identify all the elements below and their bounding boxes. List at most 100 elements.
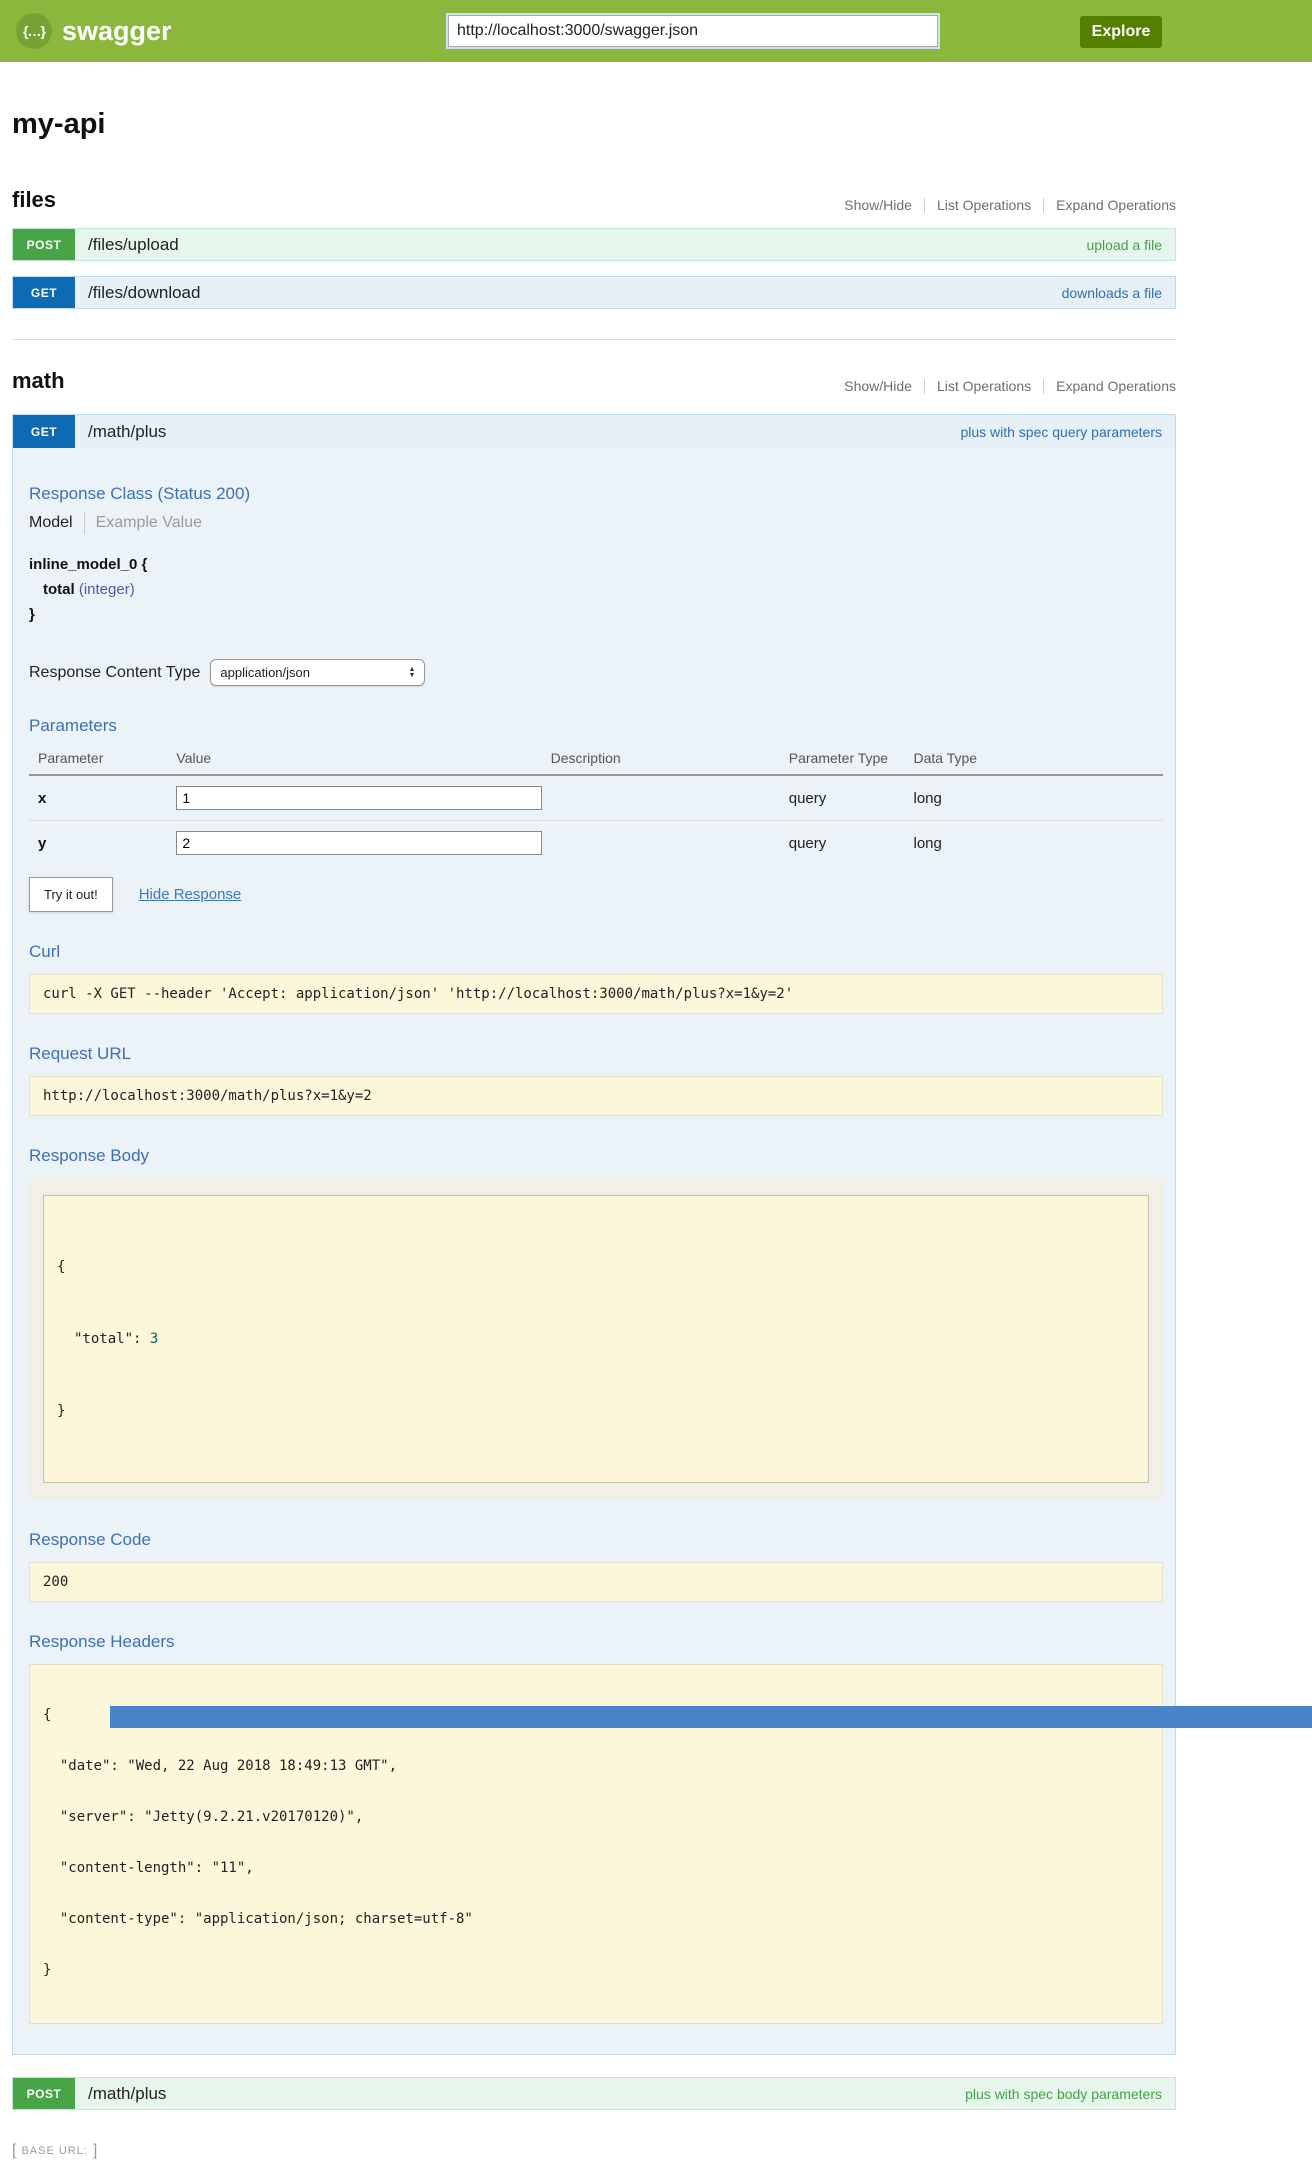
response-body-block: { "total": 3 } [43, 1195, 1149, 1483]
curl-heading: Curl [29, 942, 1163, 962]
response-headers-heading: Response Headers [29, 1632, 1163, 1652]
operation-summary-link[interactable]: plus with spec body parameters [965, 2086, 1162, 2102]
parameter-description [551, 775, 789, 821]
parameter-row-x: x query long [29, 775, 1163, 821]
base-url-footer: [ BASE URL: ] [12, 2142, 1312, 2160]
swagger-brand[interactable]: {…} swagger [16, 0, 172, 62]
operation-path[interactable]: /files/download [88, 283, 200, 303]
post-method-badge: POST [13, 229, 75, 260]
footer-bracket-close: ] [93, 2142, 97, 2160]
get-method-badge: GET [13, 415, 75, 448]
json-separator: : [133, 1331, 150, 1347]
operation-content: Response Class (Status 200) Model Exampl… [13, 484, 1175, 2054]
brand-title: swagger [62, 16, 172, 47]
hide-response-link[interactable]: Hide Response [139, 886, 242, 903]
response-body-heading: Response Body [29, 1146, 1163, 1166]
json-key: "total" [74, 1331, 133, 1347]
show-hide-link[interactable]: Show/Hide [844, 378, 912, 394]
operation-panel-get-math-plus: GET /math/plus plus with spec query para… [12, 414, 1176, 2055]
parameters-table: Parameter Value Description Parameter Ty… [29, 744, 1163, 865]
section-header-math: math Show/Hide List Operations Expand Op… [12, 368, 1176, 394]
curl-command-block: curl -X GET --header 'Accept: applicatio… [29, 974, 1163, 1014]
expand-operations-link[interactable]: Expand Operations [1056, 378, 1176, 394]
operation-row-post-math-plus[interactable]: POST /math/plus plus with spec body para… [12, 2077, 1176, 2110]
tab-example-value[interactable]: Example Value [96, 514, 202, 532]
list-operations-link[interactable]: List Operations [937, 378, 1031, 394]
top-header-bar: {…} swagger Explore [0, 0, 1312, 62]
controls-divider [924, 379, 925, 394]
parameter-name: y [29, 821, 176, 866]
model-open-line: inline_model_0 { [29, 552, 1163, 577]
request-url-block: http://localhost:3000/math/plus?x=1&y=2 [29, 1076, 1163, 1116]
main-content: my-api files Show/Hide List Operations E… [12, 108, 1176, 2110]
header-line: "content-type": "application/json; chars… [43, 1911, 1149, 1928]
signature-tabs: Model Example Value [29, 512, 1163, 534]
response-content-type-label: Response Content Type [29, 664, 200, 682]
operation-row-get-math-plus[interactable]: GET /math/plus plus with spec query para… [13, 415, 1175, 448]
page-title: my-api [12, 108, 1176, 141]
property-type: (integer) [79, 581, 135, 598]
json-open-brace: { [57, 1255, 1135, 1279]
section-title-math[interactable]: math [12, 368, 65, 394]
controls-divider [1043, 198, 1044, 213]
tab-model[interactable]: Model [29, 514, 73, 532]
parameter-value-input-x[interactable] [176, 786, 542, 810]
parameter-name: x [29, 775, 176, 821]
parameters-heading: Parameters [29, 716, 1163, 736]
parameter-data-type: long [913, 775, 1163, 821]
response-code-heading: Response Code [29, 1530, 1163, 1550]
operation-summary-link[interactable]: plus with spec query parameters [960, 424, 1162, 440]
response-body-container: { "total": 3 } [29, 1178, 1163, 1500]
operation-summary-link[interactable]: upload a file [1086, 237, 1162, 253]
parameter-type: query [789, 821, 914, 866]
response-content-type-select[interactable]: application/json ▲▼ [210, 659, 425, 686]
parameter-value-input-y[interactable] [176, 831, 542, 855]
explore-button[interactable]: Explore [1080, 16, 1162, 48]
spec-url-input[interactable] [448, 15, 938, 47]
operation-path[interactable]: /files/upload [88, 235, 179, 255]
show-hide-link[interactable]: Show/Hide [844, 197, 912, 213]
header-line: "content-length": "11", [43, 1860, 1149, 1877]
list-operations-link[interactable]: List Operations [937, 197, 1031, 213]
bottom-blue-bar [110, 1706, 1312, 1728]
operation-row-post-files-upload[interactable]: POST /files/upload upload a file [12, 228, 1176, 261]
property-name: total [43, 581, 75, 598]
parameters-header-row: Parameter Value Description Parameter Ty… [29, 744, 1163, 775]
request-url-heading: Request URL [29, 1044, 1163, 1064]
section-title-files[interactable]: files [12, 187, 56, 213]
header-line: } [43, 1962, 1149, 1979]
tab-divider [84, 512, 85, 534]
controls-divider [1043, 379, 1044, 394]
response-content-type-row: Response Content Type application/json ▲… [29, 659, 1163, 686]
col-data-type: Data Type [913, 744, 1163, 775]
col-description: Description [551, 744, 789, 775]
controls-divider [924, 198, 925, 213]
operation-row-get-files-download[interactable]: GET /files/download downloads a file [12, 276, 1176, 309]
model-property-line: total (integer) [29, 577, 1163, 602]
swagger-logo-icon: {…} [16, 13, 52, 49]
parameter-row-y: y query long [29, 821, 1163, 866]
json-total-line: "total": 3 [57, 1327, 1135, 1351]
section-controls-math: Show/Hide List Operations Expand Operati… [844, 378, 1176, 394]
model-signature: inline_model_0 { total (integer) } [29, 552, 1163, 627]
footer-bracket-open: [ [12, 2142, 16, 2160]
json-value: 3 [150, 1331, 158, 1347]
base-url-label: BASE URL: [21, 2145, 87, 2157]
operation-path[interactable]: /math/plus [88, 2084, 166, 2104]
col-parameter-type: Parameter Type [789, 744, 914, 775]
try-it-out-button[interactable]: Try it out! [29, 877, 113, 912]
response-code-block: 200 [29, 1562, 1163, 1602]
json-close-brace: } [57, 1399, 1135, 1423]
parameter-data-type: long [913, 821, 1163, 866]
header-line: "date": "Wed, 22 Aug 2018 18:49:13 GMT", [43, 1758, 1149, 1775]
actions-row: Try it out! Hide Response [29, 877, 1163, 912]
expand-operations-link[interactable]: Expand Operations [1056, 197, 1176, 213]
section-header-files: files Show/Hide List Operations Expand O… [12, 187, 1176, 213]
operation-summary-link[interactable]: downloads a file [1062, 285, 1162, 301]
col-parameter: Parameter [29, 744, 176, 775]
header-line: "server": "Jetty(9.2.21.v20170120)", [43, 1809, 1149, 1826]
selected-content-type: application/json [220, 665, 310, 680]
parameter-description [551, 821, 789, 866]
response-class-heading: Response Class (Status 200) [29, 484, 1163, 504]
operation-path[interactable]: /math/plus [88, 422, 166, 442]
